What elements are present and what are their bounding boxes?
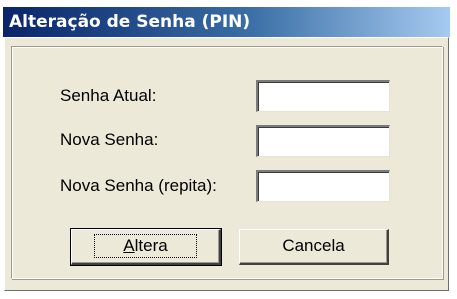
current-password-label: Senha Atual: (60, 86, 157, 105)
current-password-field[interactable] (256, 80, 390, 112)
dialog-title: Alteração de Senha (PIN) (9, 12, 251, 32)
new-password-field[interactable] (256, 125, 390, 157)
focus-indicator: Altera (94, 234, 197, 258)
cancel-label: Cancela (282, 236, 345, 255)
confirm-label-rest: ltera (134, 236, 168, 255)
cancel-button[interactable]: Cancela (239, 229, 389, 265)
dialog-title-bar[interactable]: Alteração de Senha (PIN) (3, 7, 450, 37)
repeat-password-field[interactable] (256, 170, 390, 202)
confirm-button[interactable]: Altera (70, 228, 222, 266)
confirm-mnemonic: A (123, 236, 135, 255)
repeat-password-label: Nova Senha (repita): (60, 176, 217, 195)
new-password-label: Nova Senha: (60, 130, 159, 149)
